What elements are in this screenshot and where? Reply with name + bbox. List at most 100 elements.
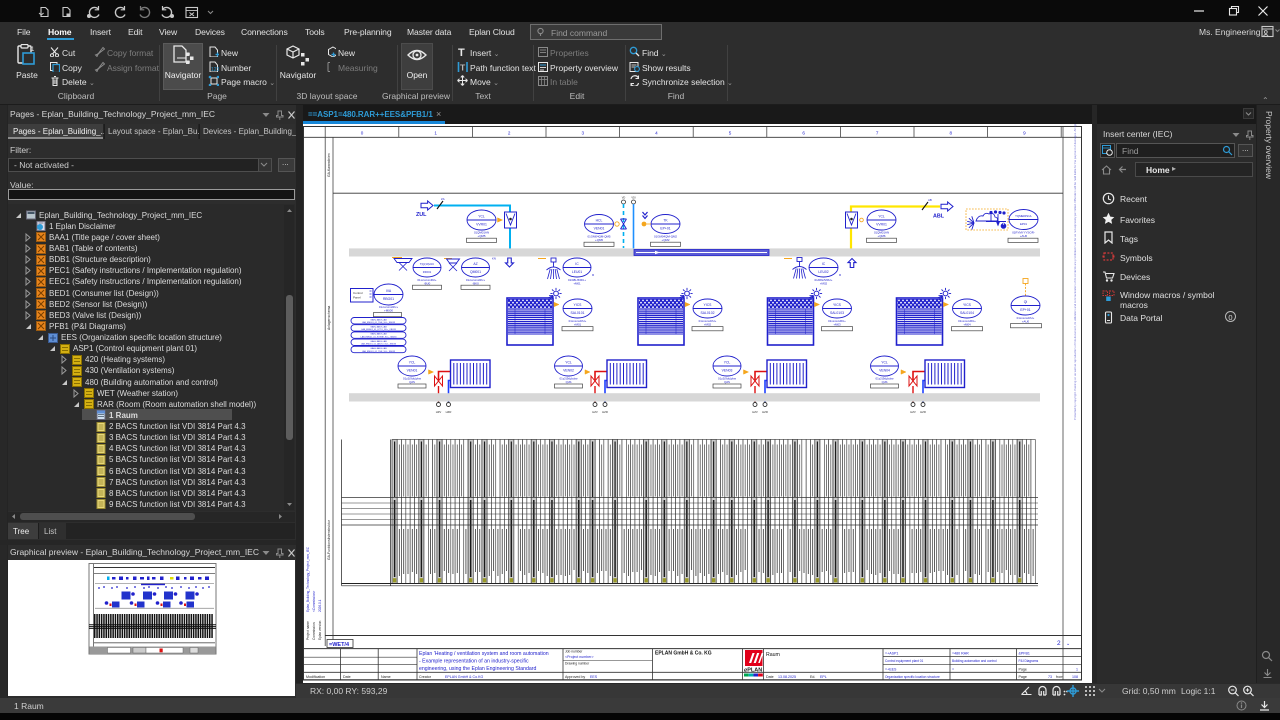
svg-text:Organization specific location: Organization specific location structure	[885, 675, 940, 679]
svg-text:4: 4	[655, 131, 658, 136]
svg-text:SAL0101: SAL0101	[571, 311, 585, 315]
svg-text:LAB_EM001_01_ABLIO_SU+_SB033: LAB_EM001_01_ABLIO_SU+_SB033	[361, 343, 397, 346]
svg-text:+M01: +M01	[574, 323, 582, 327]
svg-text:GAH-LIAB.E-LAB: GAH-LIAB.E-LAB	[370, 326, 387, 329]
svg-text:Eplan version: Eplan version	[318, 620, 322, 640]
svg-text:Creator: Creator	[419, 675, 432, 679]
svg-text:QdS: QdS	[566, 380, 572, 384]
svg-text:EPLAN GmbH & Co.KG: EPLAN GmbH & Co.KG	[445, 675, 484, 679]
svg-text:QdS: QdS	[409, 380, 415, 384]
svg-text:6: 6	[802, 131, 805, 136]
svg-text:EP+01: EP+01	[1020, 308, 1030, 312]
svg-text:Project name: Project name	[306, 621, 310, 640]
svg-text:=WET/4: =WET/4	[329, 642, 350, 648]
svg-text:HZR: HZR	[920, 410, 926, 414]
svg-text:GA-Funktionslistenstruktur: GA-Funktionslistenstruktur	[327, 519, 331, 560]
svg-text:GAH-LIAB.E-LAB: GAH-LIAB.E-LAB	[370, 333, 387, 336]
svg-text:13.08.2025: 13.08.2025	[778, 675, 796, 679]
svg-text:HZR: HZR	[762, 410, 768, 414]
svg-text:TK: TK	[663, 218, 668, 222]
svg-text:+QM6: +QM6	[878, 234, 886, 238]
svg-text:Control equipment plant 01: Control equipment plant 01	[885, 659, 924, 663]
svg-text:+M02: +M02	[820, 282, 828, 286]
svg-text:EP01: EP01	[1020, 222, 1027, 226]
svg-text:Raum: Raum	[766, 652, 780, 658]
svg-text:9: 9	[1023, 131, 1026, 136]
svg-text:AB: AB	[928, 198, 932, 202]
svg-text:+AU0: +AU0	[1020, 234, 1028, 238]
svg-text:⌄: ⌄	[1066, 641, 1070, 647]
svg-text:YCL: YCL	[878, 214, 885, 218]
svg-text:VEN02: VEN02	[563, 368, 574, 372]
svg-text:EES: EES	[590, 675, 598, 679]
svg-text:from: from	[1056, 675, 1063, 679]
svg-text:1: 1	[434, 131, 437, 136]
svg-text:+M02: +M02	[704, 323, 712, 327]
svg-text:YCL: YCL	[881, 360, 888, 364]
svg-text:+M04: +M04	[963, 323, 971, 327]
svg-text:SAL0104: SAL0104	[960, 311, 974, 315]
svg-text:Protected by copyright. Passin: Protected by copyright. Passing on as we…	[1073, 124, 1077, 420]
svg-text:+QM5: +QM5	[595, 238, 603, 242]
svg-text:+QM5: +QM5	[478, 234, 486, 238]
svg-text:TQMEIRSUL: TQMEIRSUL	[1015, 214, 1032, 218]
svg-text:8: 8	[950, 131, 953, 136]
svg-text:T: T	[458, 47, 465, 57]
svg-text:Approved by: Approved by	[565, 675, 585, 679]
svg-text:<Commission>: <Commission>	[312, 591, 316, 612]
svg-text:HZV: HZV	[436, 410, 442, 414]
svg-text:IC: IC	[575, 262, 579, 266]
svg-text:EPL: EPL	[820, 675, 827, 679]
svg-text:AZ: AZ	[473, 262, 477, 266]
svg-text:LAB_EM001_01_SOWIE_SU+_SB033: LAB_EM001_01_SOWIE_SU+_SB033	[361, 335, 398, 338]
svg-text:Date: Date	[343, 675, 351, 679]
svg-text:Panel: Panel	[353, 296, 361, 300]
svg-text:engineering, using the Eplan E: engineering, using the Eplan Engineering…	[419, 666, 536, 672]
svg-text:VDI: VDI	[631, 196, 636, 200]
svg-text:2: 2	[508, 131, 511, 136]
svg-text:&PFB1: &PFB1	[1019, 651, 1030, 655]
svg-text:5: 5	[729, 131, 732, 136]
svg-text:LEU01: LEU01	[572, 270, 582, 274]
svg-text:T|Q(10)/AC: T|Q(10)/AC	[420, 262, 434, 266]
svg-text:VD: VD	[622, 196, 626, 200]
svg-text:YICS: YICS	[574, 303, 583, 307]
svg-text:RBG01: RBG01	[383, 297, 394, 301]
svg-text:GAH-LIAB.E-LAB: GAH-LIAB.E-LAB	[370, 347, 387, 350]
svg-text:GA-Kammlinien: GA-Kammlinien	[327, 153, 331, 177]
svg-text:=480 RAR: =480 RAR	[952, 651, 969, 655]
svg-text:Job number: Job number	[565, 650, 583, 654]
svg-text:Eplan_Building_Technology_Proj: Eplan_Building_Technology_Project_mm_IEC	[306, 546, 310, 612]
svg-text:QI: QI	[1024, 300, 1028, 304]
svg-text:GAH-LIAB.E-LAB: GAH-LIAB.E-LAB	[370, 318, 387, 321]
svg-text:=+ASP1: =+ASP1	[885, 651, 898, 655]
svg-text:108: 108	[1072, 675, 1078, 679]
svg-text:Page: Page	[1019, 675, 1027, 679]
svg-text:HZV: HZV	[592, 410, 598, 414]
svg-text:ZA: ZA	[441, 197, 445, 201]
svg-text:YICS: YICS	[833, 303, 842, 307]
svg-text:EPLAN GmbH & Co. KG: EPLAN GmbH & Co. KG	[655, 651, 712, 657]
svg-text:+M03: +M03	[833, 323, 841, 327]
svg-text:HZV: HZV	[752, 410, 758, 414]
svg-text:YICS: YICS	[704, 303, 713, 307]
svg-text:<Project number>: <Project number>	[565, 655, 594, 659]
svg-text:YCL: YCL	[478, 214, 485, 218]
svg-text:3: 3	[582, 131, 585, 136]
svg-text:HZR: HZR	[602, 410, 608, 414]
svg-text:LAB_EM001_01_THE_SU+_SB033: LAB_EM001_01_THE_SU+_SB033	[362, 350, 396, 353]
svg-text:+M000: +M000	[384, 309, 393, 313]
svg-text:1: 1	[1076, 668, 1078, 672]
svg-text:- Example representation of an: - Example representation of an industry-…	[419, 659, 529, 665]
svg-text:LAB_EM001_01_LPTO_SU+_OB033: LAB_EM001_01_LPTO_SU+_OB033	[361, 328, 396, 331]
svg-text:LEU02: LEU02	[818, 270, 828, 274]
svg-text:1: 1	[31, 47, 35, 53]
svg-text:2: 2	[1057, 640, 1061, 647]
svg-text:Drawing number: Drawing number	[565, 662, 590, 666]
svg-text:VVR01: VVR01	[876, 222, 887, 226]
svg-text:Anlagenschema: Anlagenschema	[327, 306, 331, 330]
svg-text:0: 0	[361, 131, 364, 136]
svg-text:YICS: YICS	[963, 303, 972, 307]
svg-text:Control: Control	[353, 291, 363, 295]
svg-text:SAL0103: SAL0103	[830, 311, 844, 315]
